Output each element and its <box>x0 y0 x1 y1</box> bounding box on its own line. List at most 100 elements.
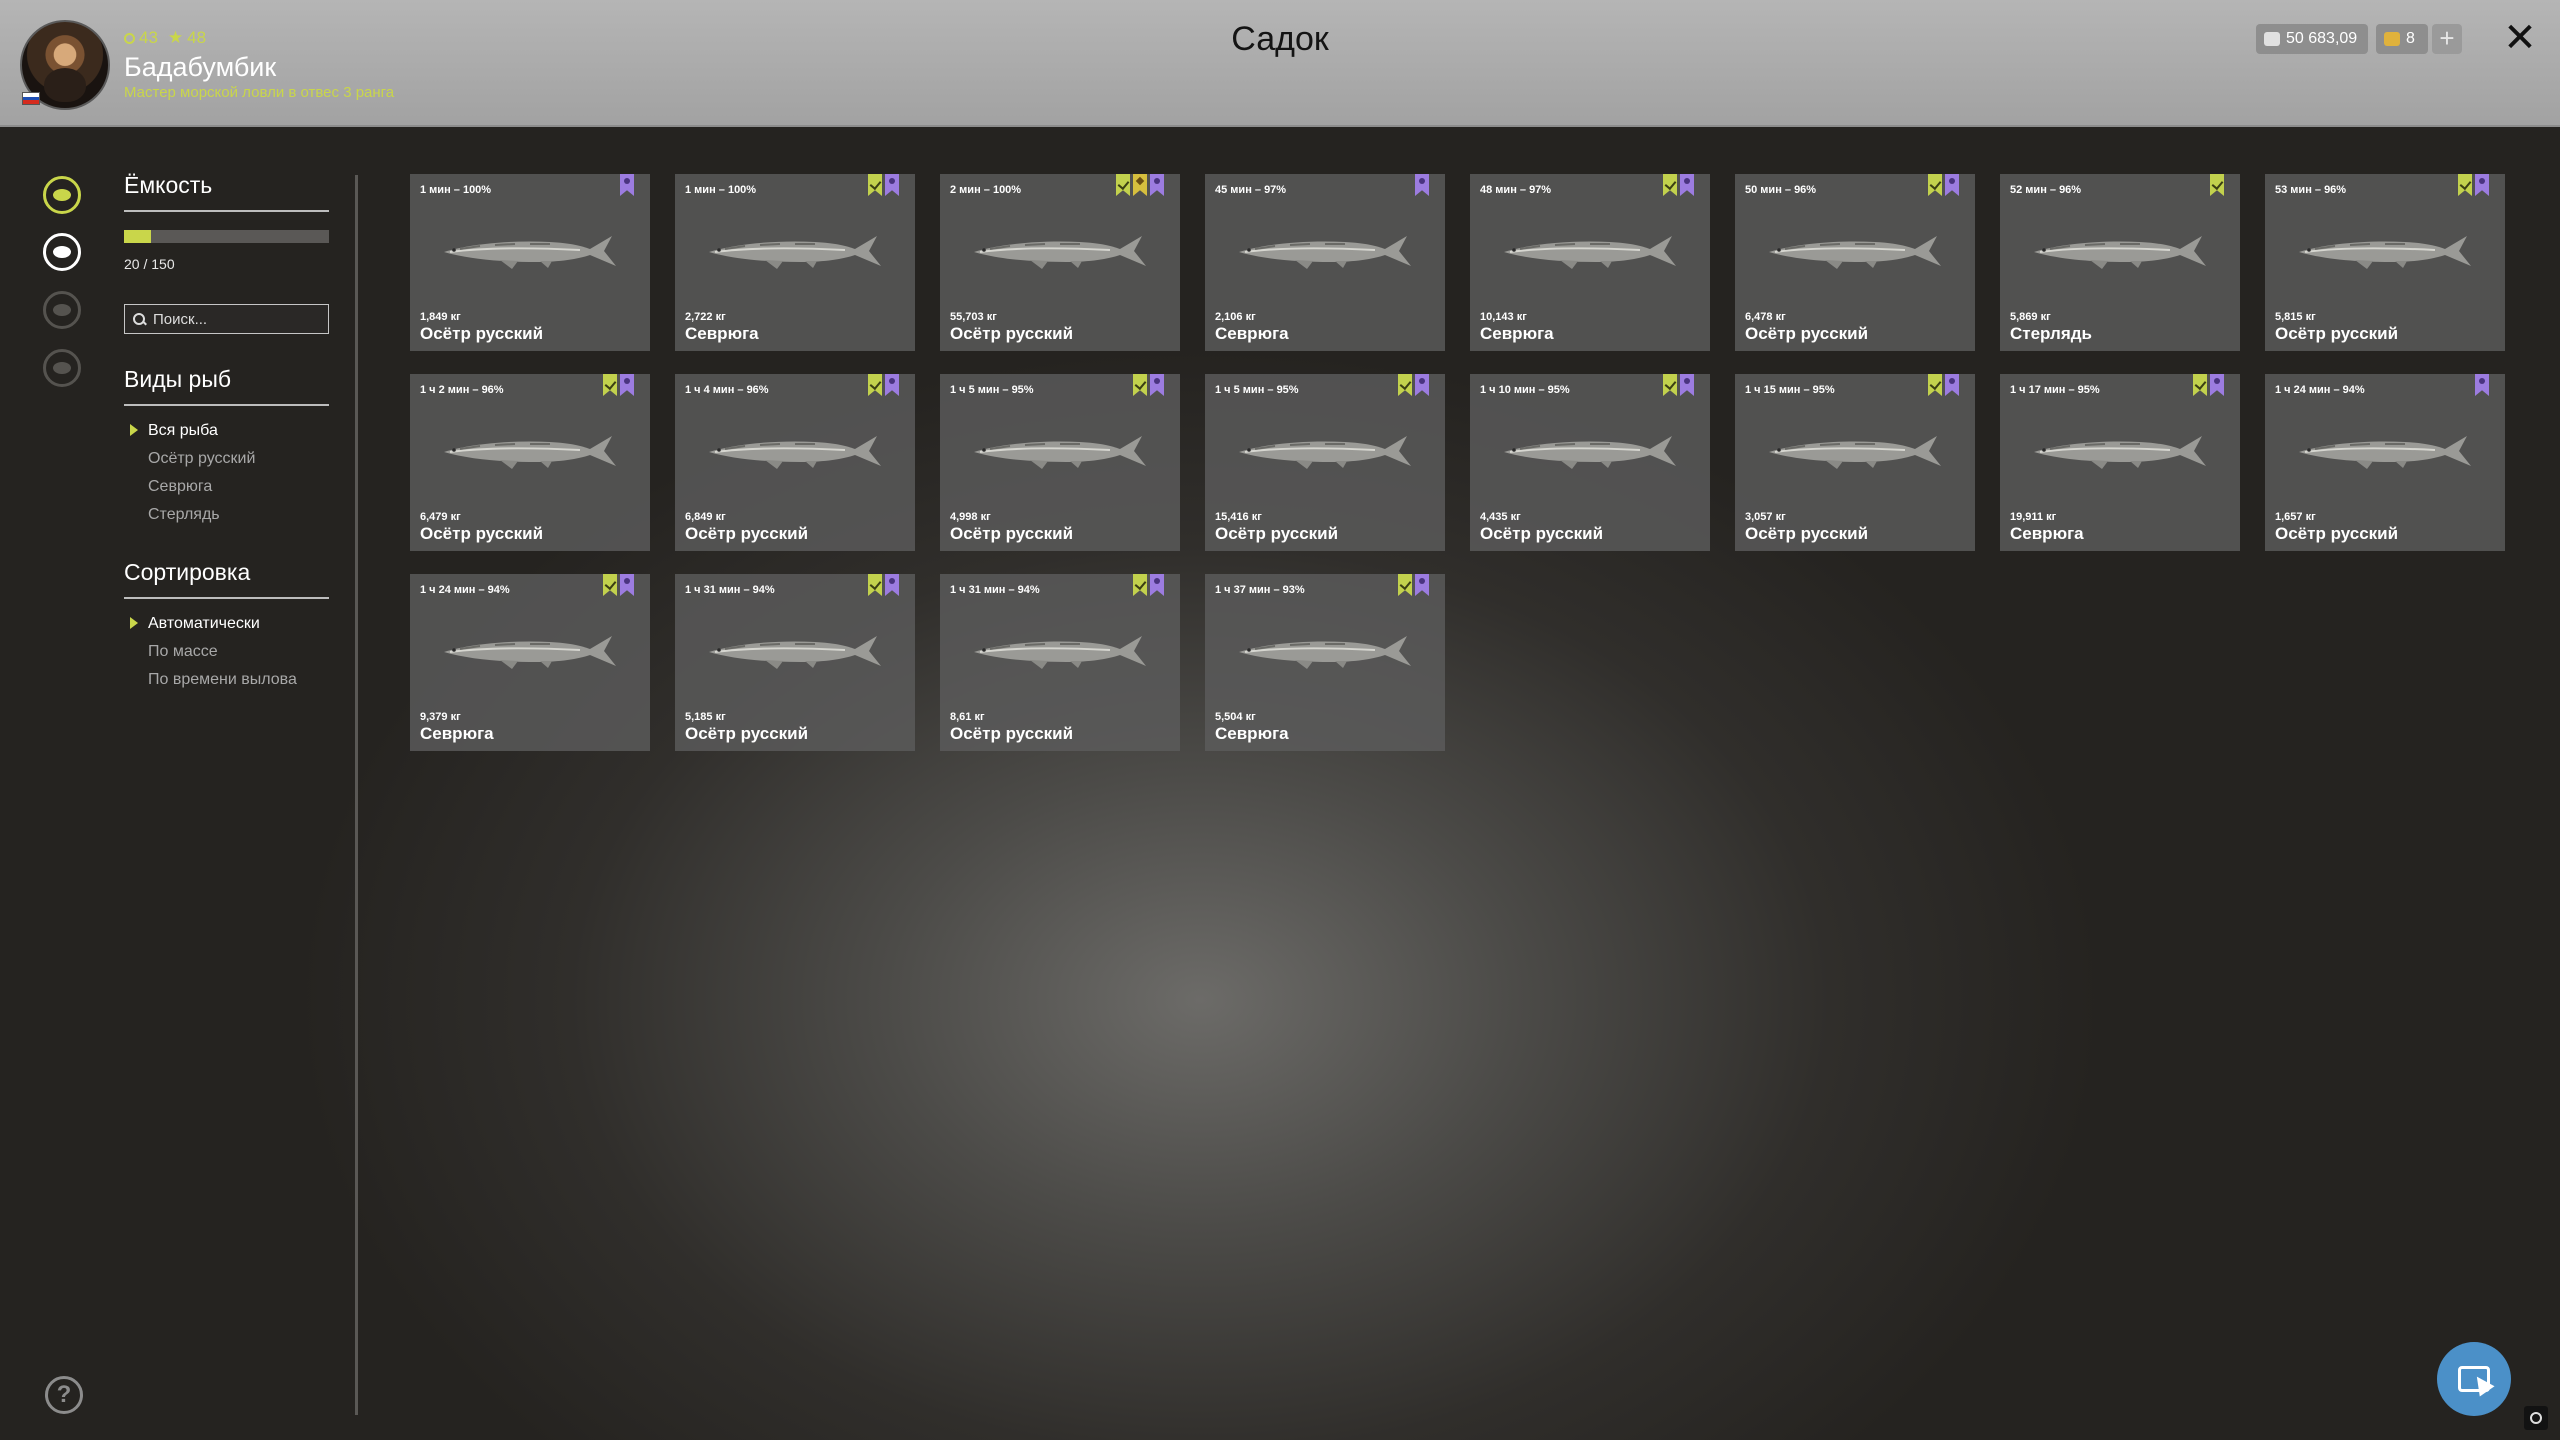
catch-time: 1 мин – 100% <box>420 184 492 196</box>
fish-name: Осётр русский <box>1745 524 1869 543</box>
fish-card[interactable]: 52 мин – 96% 5,869 кг Стерлядь <box>2000 174 2240 351</box>
species-option-all[interactable]: Вся рыба <box>130 422 218 440</box>
catch-time: 45 мин – 97% <box>1215 184 1287 196</box>
species-option-sterlet[interactable]: Стерлядь <box>148 506 220 524</box>
selected-arrow-icon <box>130 424 138 436</box>
fish-image <box>970 422 1150 476</box>
fish-icon-shape <box>53 189 71 201</box>
check-ribbon-icon <box>868 374 882 396</box>
check-ribbon-icon <box>1663 174 1677 196</box>
close-button[interactable]: ✕ <box>2500 18 2540 58</box>
fish-card[interactable]: 1 ч 17 мин – 95% 19,911 кг Севрюга <box>2000 374 2240 551</box>
sort-title: Сортировка <box>124 559 251 585</box>
fish-card[interactable]: 48 мин – 97% 10,143 кг Севрюга <box>1470 174 1710 351</box>
fish-card[interactable]: 2 мин – 100% 55,703 кг Осётр русский <box>940 174 1180 351</box>
search-input[interactable] <box>151 309 325 329</box>
fish-card[interactable]: 1 ч 2 мин – 96% 6,479 кг Осётр русский <box>410 374 650 551</box>
flag-stripe-red <box>23 100 39 104</box>
fish-card[interactable]: 1 ч 5 мин – 95% 15,416 кг Осётр русский <box>1205 374 1445 551</box>
fish-image <box>970 622 1150 676</box>
check-ribbon-icon <box>1928 174 1942 196</box>
fish-weight: 5,504 кг <box>1215 711 1256 723</box>
fish-card[interactable]: 1 ч 31 мин – 94% 8,61 кг Осётр русский <box>940 574 1180 751</box>
trophy-ribbon-icon <box>1415 574 1429 596</box>
add-currency-button[interactable]: + <box>2432 24 2462 54</box>
fish-card[interactable]: 50 мин – 96% 6,478 кг Осётр русский <box>1735 174 1975 351</box>
help-icon[interactable]: ? <box>45 1376 83 1414</box>
fish-card[interactable]: 45 мин – 97% 2,106 кг Севрюга <box>1205 174 1445 351</box>
fish-card[interactable]: 1 ч 4 мин – 96% 6,849 кг Осётр русский <box>675 374 915 551</box>
camera-icon[interactable] <box>2524 1406 2548 1430</box>
check-ribbon-icon <box>1133 374 1147 396</box>
fish-image <box>705 422 885 476</box>
keepnet-icon[interactable] <box>43 233 81 271</box>
keepnet-icon-shape <box>53 246 71 258</box>
fish-card[interactable]: 1 ч 37 мин – 93% 5,504 кг Севрюга <box>1205 574 1445 751</box>
gold-amount: 8 <box>2406 30 2415 47</box>
fish-icon[interactable] <box>43 176 81 214</box>
fish-card[interactable]: 1 ч 24 мин – 94% 1,657 кг Осётр русский <box>2265 374 2505 551</box>
silver-balance[interactable]: 50 683,09 <box>2256 24 2368 54</box>
fish-weight: 2,106 кг <box>1215 311 1256 323</box>
fish-image <box>705 622 885 676</box>
trophy-ribbon-icon <box>1680 174 1694 196</box>
check-ribbon-icon <box>2193 374 2207 396</box>
fish-weight: 5,815 кг <box>2275 311 2316 323</box>
check-ribbon-icon <box>868 574 882 596</box>
fish-card[interactable]: 1 мин – 100% 2,722 кг Севрюга <box>675 174 915 351</box>
trophy-ribbon-icon <box>1415 374 1429 396</box>
card-badges <box>603 374 634 396</box>
species-option-russian-sturgeon[interactable]: Осётр русский <box>148 450 255 468</box>
trophy-ribbon-icon <box>2475 374 2489 396</box>
fish-card[interactable]: 1 ч 5 мин – 95% 4,998 кг Осётр русский <box>940 374 1180 551</box>
catch-time: 1 ч 31 мин – 94% <box>685 584 775 596</box>
fish-card[interactable]: 1 ч 10 мин – 95% 4,435 кг Осётр русский <box>1470 374 1710 551</box>
fish-image <box>1765 422 1945 476</box>
boat-icon-shape <box>53 304 71 316</box>
card-badges <box>2210 174 2224 196</box>
sort-option-weight[interactable]: По массе <box>148 643 218 661</box>
fish-name: Осётр русский <box>1745 324 1869 343</box>
fish-weight: 3,057 кг <box>1745 511 1786 523</box>
avatar-beard <box>44 68 86 102</box>
gold-balance[interactable]: 8 <box>2376 24 2428 54</box>
home-icon-shape <box>53 362 71 374</box>
catch-time: 1 ч 10 мин – 95% <box>1480 384 1570 396</box>
species-option-stellate-sturgeon[interactable]: Севрюга <box>148 478 212 496</box>
fish-card[interactable]: 1 ч 31 мин – 94% 5,185 кг Осётр русский <box>675 574 915 751</box>
fish-card[interactable]: 1 ч 24 мин – 94% 9,379 кг Севрюга <box>410 574 650 751</box>
fish-card[interactable]: 1 ч 15 мин – 95% 3,057 кг Осётр русский <box>1735 374 1975 551</box>
fish-weight: 6,849 кг <box>685 511 726 523</box>
fish-card[interactable]: 53 мин – 96% 5,815 кг Осётр русский <box>2265 174 2505 351</box>
cursor-mode-button[interactable] <box>2437 1342 2511 1416</box>
catch-time: 52 мин – 96% <box>2010 184 2082 196</box>
search-field[interactable] <box>124 304 329 334</box>
trophy-ribbon-icon <box>1150 574 1164 596</box>
card-badges <box>1398 574 1429 596</box>
fish-weight: 1,849 кг <box>420 311 461 323</box>
fish-image <box>705 222 885 276</box>
boat-icon[interactable] <box>43 291 81 329</box>
fish-image <box>440 222 620 276</box>
capacity-divider <box>124 210 329 212</box>
card-badges <box>1116 174 1164 196</box>
fish-card[interactable]: 1 мин – 100% 1,849 кг Осётр русский <box>410 174 650 351</box>
card-badges <box>1928 174 1959 196</box>
fish-name: Осётр русский <box>950 724 1074 743</box>
capacity-title: Ёмкость <box>124 172 213 198</box>
fish-name: Севрюга <box>420 724 494 743</box>
catch-time: 1 ч 5 мин – 95% <box>1215 384 1299 396</box>
sort-option-catch-time[interactable]: По времени вылова <box>148 671 297 689</box>
home-icon[interactable] <box>43 349 81 387</box>
catch-time: 1 ч 15 мин – 95% <box>1745 384 1835 396</box>
check-ribbon-icon <box>1133 574 1147 596</box>
catch-time: 1 ч 31 мин – 94% <box>950 584 1040 596</box>
fish-name: Осётр русский <box>420 324 544 343</box>
capacity-count: 20 / 150 <box>124 256 175 272</box>
sort-option-auto[interactable]: Автоматически <box>130 615 260 633</box>
fish-weight: 5,185 кг <box>685 711 726 723</box>
card-badges <box>2193 374 2224 396</box>
check-ribbon-icon <box>603 574 617 596</box>
selected-arrow-icon <box>130 617 138 629</box>
fish-image <box>970 222 1150 276</box>
